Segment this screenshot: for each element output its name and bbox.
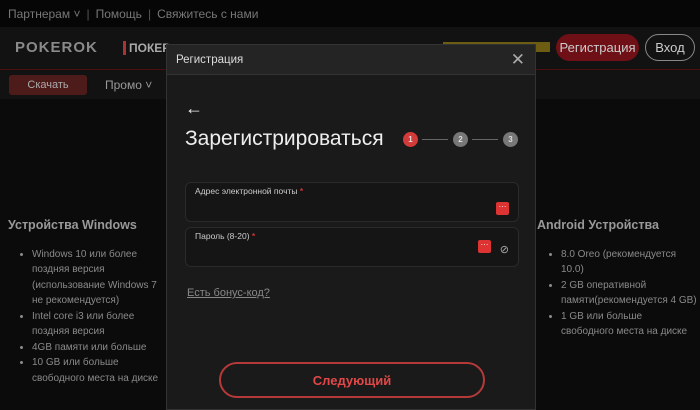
top-bar: Партнерам ˅ | Помощь | Свяжитесь с нами [0,0,700,27]
register-button[interactable]: Регистрация [556,34,639,61]
step-2: 2 [453,132,468,147]
bonus-code-link[interactable]: Есть бонус-код? [187,287,270,299]
modal-header: Регистрация ✕ [167,45,535,75]
close-icon[interactable]: ✕ [511,50,525,70]
android-requirements: Android Устройства 8.0 Oreo (рекомендует… [537,218,697,340]
windows-title: Устройства Windows [8,218,137,232]
page-title: Зарегистрироваться [185,127,384,150]
list-item: 2 GB оперативной памяти(рекомендуется 4 … [561,278,697,309]
step-connector [472,139,498,140]
step-1: 1 [403,132,418,147]
logo[interactable]: POKEROK [15,39,98,56]
list-item: 1 GB или больше свободного места на диск… [561,309,697,340]
email-field[interactable]: Адрес электронной почты * ··· [185,182,519,222]
windows-requirements: Устройства Windows Windows 10 или более … [8,218,168,386]
password-manager-icon[interactable]: ··· [496,202,509,215]
password-manager-icon[interactable]: ··· [478,240,491,253]
download-button[interactable]: Скачать [9,75,87,95]
help-link[interactable]: Помощь [96,7,142,21]
list-item: Windows 10 или более поздняя версия (исп… [32,247,168,309]
partners-link[interactable]: Партнерам ˅ [8,7,80,21]
modal-title: Регистрация [176,53,244,66]
list-item: 10 GB или больше свободного места на дис… [32,355,168,386]
login-button[interactable]: Вход [645,34,695,61]
contact-link[interactable]: Свяжитесь с нами [157,7,258,21]
list-item: 4GB памяти или больше [32,340,168,356]
list-item: 8.0 Oreo (рекомендуется 10.0) [561,247,697,278]
password-label: Пароль (8-20) * [195,231,256,241]
list-item: Intel core i3 или более поздняя версия [32,309,168,340]
poker-link[interactable]: ПОКЕР [123,41,170,55]
step-3: 3 [503,132,518,147]
next-button[interactable]: Следующий [219,362,485,398]
back-arrow-icon[interactable]: ← [185,98,203,119]
password-field[interactable]: Пароль (8-20) * ··· ⊘ [185,227,519,267]
eye-off-icon[interactable]: ⊘ [500,243,509,256]
registration-modal: Регистрация ✕ ← Зарегистрироваться 1 2 3… [166,44,536,410]
step-connector [422,139,448,140]
android-title: Android Устройства [537,218,659,232]
email-label: Адрес электронной почты * [195,186,304,196]
promo-menu[interactable]: Промо ˅ [105,78,152,92]
